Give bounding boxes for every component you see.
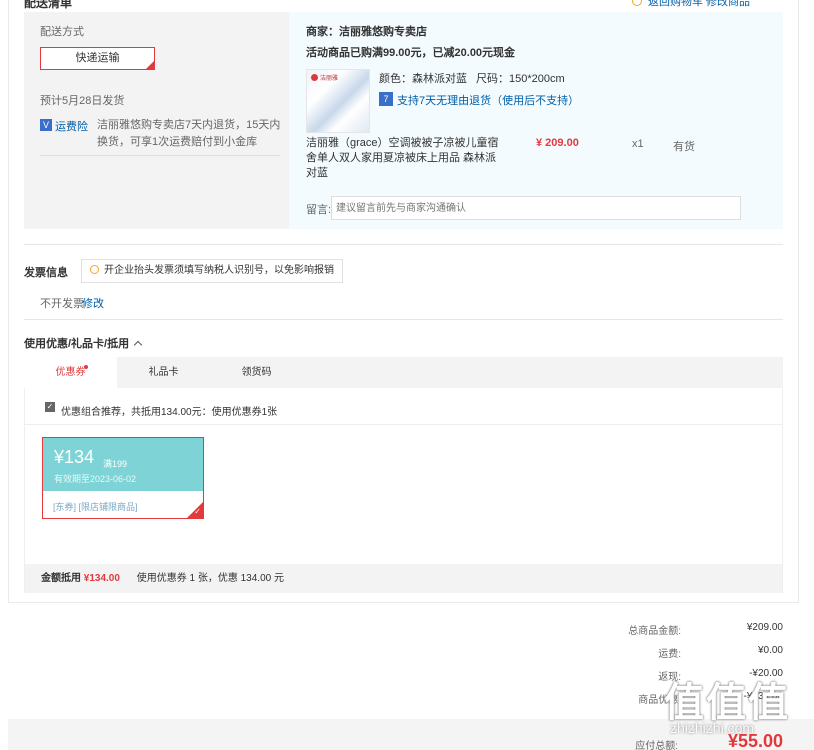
invoice-tip-text: 开企业抬头发票须填写纳税人识别号，以免影响报销 [104, 265, 334, 276]
total-goods-label: 总商品金额: [628, 626, 681, 637]
coupon-condition: 满199 [103, 459, 128, 469]
divider [40, 155, 280, 156]
coupon-card[interactable]: ¥134 满199 有效期至2023-06-02 [东券] [限店铺限商品] ✓ [42, 437, 204, 519]
product-color: 颜色：森林派对蓝 [379, 73, 467, 85]
coupon-amount: ¥134 [54, 447, 95, 467]
stock-status: 有货 [673, 141, 695, 153]
insurance-link[interactable]: 运费险 [55, 118, 88, 134]
brand-logo-icon [311, 74, 318, 81]
insurance-description: 洁丽雅悠购专卖店7天内退货，15天内换货，可享1次运费赔付到小金库 [97, 119, 281, 148]
tab-redeem-code[interactable]: 领货码 [210, 357, 303, 388]
divider [25, 424, 782, 425]
top-links-label[interactable]: 返回购物车 修改商品 [648, 0, 750, 8]
combo-recommendation: 优惠组合推荐，共抵用134.00元：使用优惠券1张 [61, 407, 278, 418]
return-policy-icon: 7 [379, 92, 393, 106]
return-policy-link[interactable]: 支持7天无理由退货（使用后不支持） [397, 92, 579, 108]
coupon-expiry: 有效期至2023-06-02 [54, 474, 137, 484]
seller-name: 商家：洁丽雅悠购专卖店 [306, 26, 427, 38]
selected-corner-icon [145, 60, 155, 70]
product-panel: 商家：洁丽雅悠购专卖店 活动商品已购满99.00元，已减20.00元现金 洁丽雅… [289, 12, 783, 229]
invoice-tip: 开企业抬头发票须填写纳税人识别号，以免影响报销 [81, 259, 343, 283]
image-brand: 洁丽雅 [320, 76, 339, 82]
chevron-up-icon [133, 340, 143, 350]
tab-coupons-label: 优惠券 [55, 367, 86, 378]
shipping-panel: 配送方式 快递运输 预计5月28日发货 V 运费险 洁丽雅悠购专卖店7天内退货，… [24, 12, 289, 229]
divider [24, 244, 783, 245]
info-icon [632, 0, 642, 6]
invoice-status: 不开发票 [40, 298, 84, 310]
tab-gift-card[interactable]: 礼品卡 [117, 357, 210, 388]
summary-amount: ¥134.00 [83, 573, 120, 584]
coupon-tags: [东券] [限店铺限商品] [53, 502, 138, 512]
promo-text: 活动商品已购满99.00元，已减20.00元现金 [306, 47, 516, 59]
summary-description: 使用优惠券 1 张，优惠 134.00 元 [136, 573, 284, 584]
check-icon: ✓ [194, 507, 201, 516]
express-option-button[interactable]: 快递运输 [40, 47, 155, 70]
watermark-text: zhizhizhi.com [670, 720, 755, 736]
shipping-fee-label: 运费: [658, 649, 681, 660]
product-name[interactable]: 洁丽雅（grace）空调被被子凉被儿童宿舍单人双人家用夏凉被床上用品 森林派对蓝 [306, 136, 506, 181]
coupon-section-toggle[interactable]: 使用优惠/礼品卡/抵用 [24, 335, 143, 351]
coupon-section-title: 使用优惠/礼品卡/抵用 [24, 338, 130, 350]
express-label: 快递运输 [75, 52, 120, 64]
total-goods-value: ¥209.00 [746, 622, 783, 633]
notification-dot-icon [84, 365, 88, 369]
section-title-cut: 配送清单 [24, 0, 73, 10]
insurance-icon: V [40, 119, 52, 131]
divider [24, 319, 783, 320]
summary-label: 金额抵用 [41, 573, 81, 584]
coupon-summary: 金额抵用 ¥134.00 使用优惠券 1 张，优惠 134.00 元 [25, 564, 782, 593]
tab-coupons[interactable]: 优惠券 [24, 357, 117, 388]
estimated-ship-date: 预计5月28日发货 [40, 95, 125, 107]
product-price: ¥ 209.00 [536, 137, 579, 149]
product-size: 尺码：150*200cm [476, 73, 565, 85]
invoice-edit-link[interactable]: 修改 [82, 295, 104, 311]
coupon-tabs: 优惠券 礼品卡 领货码 [24, 357, 783, 388]
lightbulb-icon [90, 265, 99, 274]
coupon-panel: ✓ 优惠组合推荐，共抵用134.00元：使用优惠券1张 ¥134 满199 有效… [24, 388, 783, 593]
combo-checkbox[interactable]: ✓ [45, 402, 55, 412]
note-input[interactable] [331, 196, 741, 220]
product-image[interactable]: 洁丽雅 [306, 69, 370, 133]
top-links[interactable]: 返回购物车 修改商品 [632, 0, 750, 9]
product-quantity: x1 [632, 138, 644, 150]
coupon-card-header: ¥134 满199 有效期至2023-06-02 [43, 438, 203, 491]
watermark: 值值值 zhizhizhi.com [664, 670, 814, 750]
checkout-page: 配送清单 返回购物车 修改商品 配送方式 快递运输 预计5月28日发货 V 运费… [0, 0, 814, 750]
invoice-title: 发票信息 [24, 267, 68, 279]
delivery-label: 配送方式 [40, 26, 84, 38]
note-label: 留言: [306, 204, 332, 216]
shipping-fee-value: ¥0.00 [757, 645, 783, 656]
